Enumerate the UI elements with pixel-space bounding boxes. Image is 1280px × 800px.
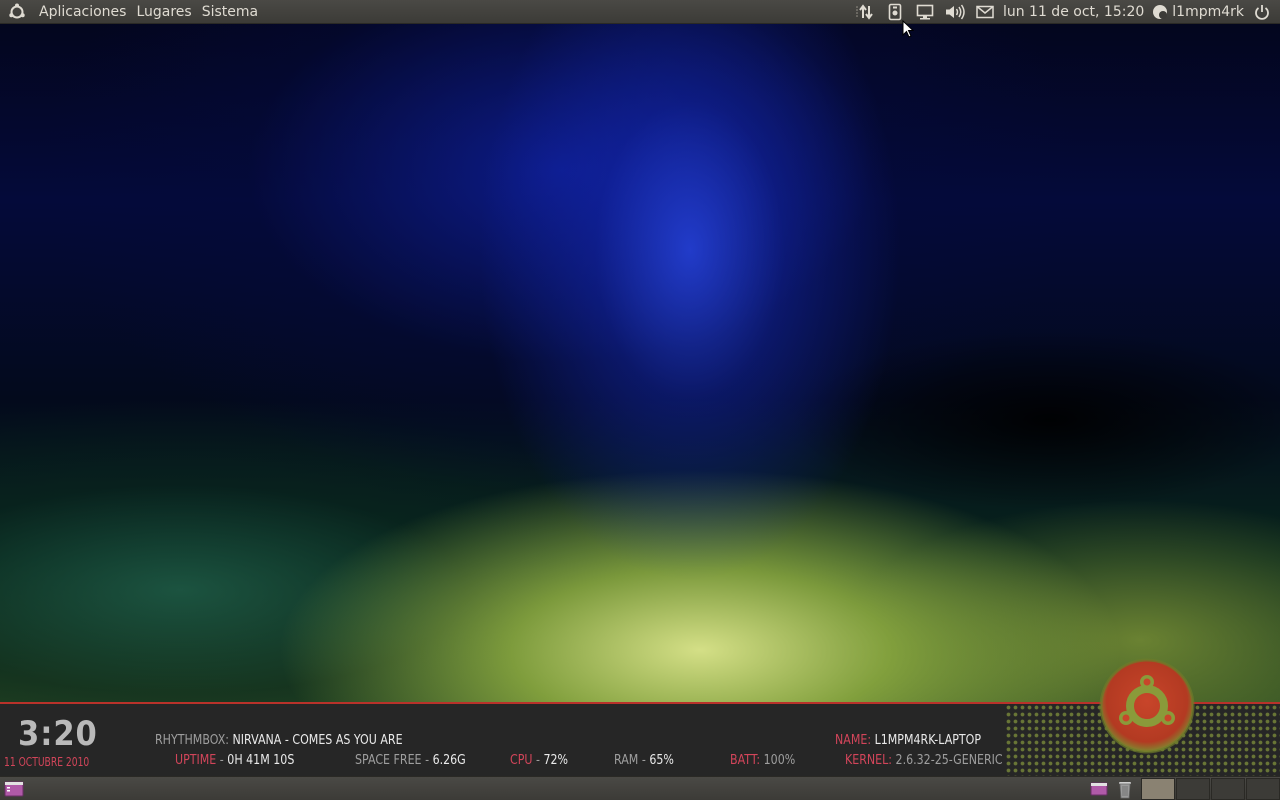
conky-clock: 3:20: [18, 714, 98, 754]
uptime-sep: -: [216, 753, 228, 768]
trash-icon[interactable]: [1114, 778, 1136, 800]
top-panel: Aplicaciones Lugares Sistema lun 11 de o…: [0, 0, 1280, 24]
kernel-value: 2.6.32-25-generic: [895, 753, 1003, 768]
ram-label: ram: [614, 753, 639, 768]
mail-icon[interactable]: [973, 0, 997, 24]
user-name: l1mpm4rk: [1172, 4, 1244, 20]
show-desktop-button[interactable]: [3, 778, 25, 800]
kernel-status: kernel: 2.6.32-25-generic: [845, 753, 1003, 768]
space-sep: -: [421, 753, 433, 768]
battery-status: batt: 100%: [730, 753, 795, 768]
cpu-label: cpu: [510, 753, 533, 768]
name-label: name:: [835, 733, 872, 748]
rhythmbox-track: nirvana - comes as you are: [232, 733, 403, 748]
network-arrows-icon[interactable]: [853, 0, 877, 24]
mouse-cursor-icon: [902, 20, 914, 38]
uptime-status: uptime - 0h 41m 10s: [175, 753, 294, 768]
workspace-1[interactable]: [1141, 778, 1175, 800]
ram-sep: -: [638, 753, 650, 768]
power-icon[interactable]: [1250, 0, 1274, 24]
name-value: L1mpm4rk-laptop: [874, 733, 982, 748]
menu-sistema[interactable]: Sistema: [197, 0, 263, 24]
space-status: space free - 6.26G: [355, 753, 466, 768]
menu-lugares[interactable]: Lugares: [131, 0, 196, 24]
conky-date: 11 octubre 2010: [4, 755, 90, 769]
space-value: 6.26G: [432, 753, 466, 768]
app-window-icon[interactable]: [1088, 778, 1110, 800]
hostname-status: name: L1mpm4rk-laptop: [835, 733, 981, 748]
volume-icon[interactable]: [943, 0, 967, 24]
ubuntu-logo-icon: [1099, 658, 1195, 754]
conky-status-bar: 3:20 11 octubre 2010 Rhythmbox: nirvana …: [0, 702, 1280, 776]
cpu-sep: -: [532, 753, 544, 768]
ubuntu-menu-icon[interactable]: [6, 1, 28, 23]
user-menu[interactable]: l1mpm4rk: [1152, 4, 1244, 20]
menu-aplicaciones[interactable]: Aplicaciones: [34, 0, 131, 24]
uptime-value: 0h 41m 10s: [227, 753, 295, 768]
workspace-4[interactable]: [1246, 778, 1280, 800]
rhythmbox-status: Rhythmbox: nirvana - comes as you are: [155, 733, 403, 748]
bottom-right-area: [1088, 777, 1280, 800]
user-status-icon: [1152, 4, 1168, 20]
bottom-panel: [0, 776, 1280, 800]
kernel-label: kernel:: [845, 753, 893, 768]
batt-value: 100%: [763, 753, 796, 768]
batt-label: batt:: [730, 753, 761, 768]
rhythmbox-label: Rhythmbox:: [155, 733, 230, 748]
cpu-value: 72%: [543, 753, 569, 768]
workspace-2[interactable]: [1176, 778, 1210, 800]
desktop-wallpaper[interactable]: [0, 0, 1280, 800]
ram-status: ram - 65%: [614, 753, 674, 768]
cpu-status: cpu - 72%: [510, 753, 568, 768]
panel-clock[interactable]: lun 11 de oct, 15:20: [1003, 4, 1144, 20]
workspace-3[interactable]: [1211, 778, 1245, 800]
ram-value: 65%: [649, 753, 674, 768]
space-label: space free: [355, 753, 422, 768]
uptime-label: uptime: [175, 753, 217, 768]
main-menu-bar: Aplicaciones Lugares Sistema: [0, 0, 263, 24]
display-icon[interactable]: [913, 0, 937, 24]
